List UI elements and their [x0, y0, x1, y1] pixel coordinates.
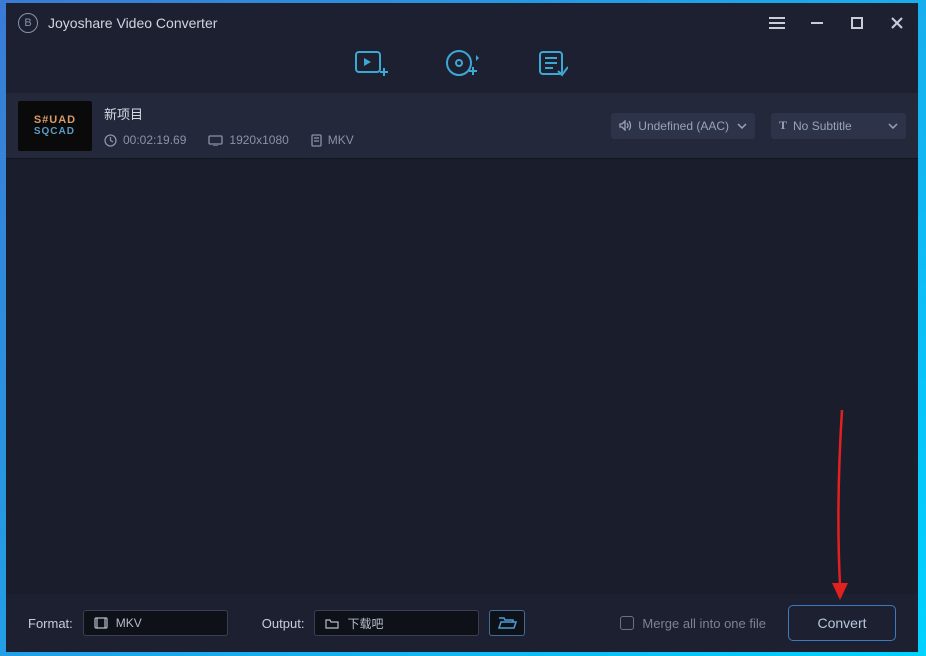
film-icon	[94, 617, 108, 629]
toolbar	[6, 43, 918, 93]
add-disc-button[interactable]	[444, 49, 480, 79]
open-folder-button[interactable]	[489, 610, 525, 636]
subtitle-value: No Subtitle	[793, 119, 852, 133]
open-folder-icon	[497, 616, 517, 630]
convert-label: Convert	[817, 615, 866, 631]
file-thumbnail: S#UAD SQCAD	[18, 101, 92, 151]
add-video-button[interactable]	[353, 49, 389, 79]
screen-icon	[208, 135, 223, 146]
folder-icon	[325, 618, 339, 629]
output-path-select[interactable]: 下载吧	[314, 610, 479, 636]
file-row[interactable]: S#UAD SQCAD 新项目 00:02:19.69 1920x1080	[6, 93, 918, 159]
speaker-icon	[619, 120, 632, 131]
container-value: MKV	[328, 133, 354, 147]
file-meta: 00:02:19.69 1920x1080 MKV	[104, 133, 354, 147]
list-check-button[interactable]	[535, 49, 571, 79]
audio-track-select[interactable]: Undefined (AAC)	[611, 113, 755, 139]
format-label: Format:	[28, 616, 73, 631]
output-path-value: 下载吧	[347, 615, 383, 632]
close-icon[interactable]	[888, 14, 906, 32]
resolution-value: 1920x1080	[229, 133, 288, 147]
chevron-down-icon	[737, 123, 747, 129]
app-window: B Joyoshare Video Converter	[6, 3, 918, 652]
subtitle-select[interactable]: T No Subtitle	[771, 113, 906, 139]
file-icon	[311, 134, 322, 147]
checkbox-icon	[620, 616, 634, 630]
minimize-icon[interactable]	[808, 14, 826, 32]
container-meta: MKV	[311, 133, 354, 147]
merge-label: Merge all into one file	[642, 616, 766, 631]
clock-icon	[104, 134, 117, 147]
window-controls	[768, 14, 906, 32]
duration-meta: 00:02:19.69	[104, 133, 186, 147]
file-list: S#UAD SQCAD 新项目 00:02:19.69 1920x1080	[6, 93, 918, 594]
audio-track-value: Undefined (AAC)	[638, 119, 729, 133]
titlebar: B Joyoshare Video Converter	[6, 3, 918, 43]
output-label: Output:	[262, 616, 305, 631]
merge-checkbox[interactable]: Merge all into one file	[620, 616, 766, 631]
maximize-icon[interactable]	[848, 14, 866, 32]
menu-icon[interactable]	[768, 14, 786, 32]
format-select[interactable]: MKV	[83, 610, 228, 636]
file-info: 新项目 00:02:19.69 1920x1080 MKV	[104, 104, 354, 147]
subtitle-icon: T	[779, 118, 787, 133]
app-title: Joyoshare Video Converter	[48, 15, 768, 31]
format-value: MKV	[116, 616, 142, 630]
convert-button[interactable]: Convert	[788, 605, 896, 641]
file-name: 新项目	[104, 104, 354, 123]
app-logo-icon: B	[18, 13, 38, 33]
resolution-meta: 1920x1080	[208, 133, 288, 147]
bottom-bar: Format: MKV Output: 下载吧 Merge all into o…	[6, 594, 918, 652]
duration-value: 00:02:19.69	[123, 133, 186, 147]
chevron-down-icon	[888, 123, 898, 129]
